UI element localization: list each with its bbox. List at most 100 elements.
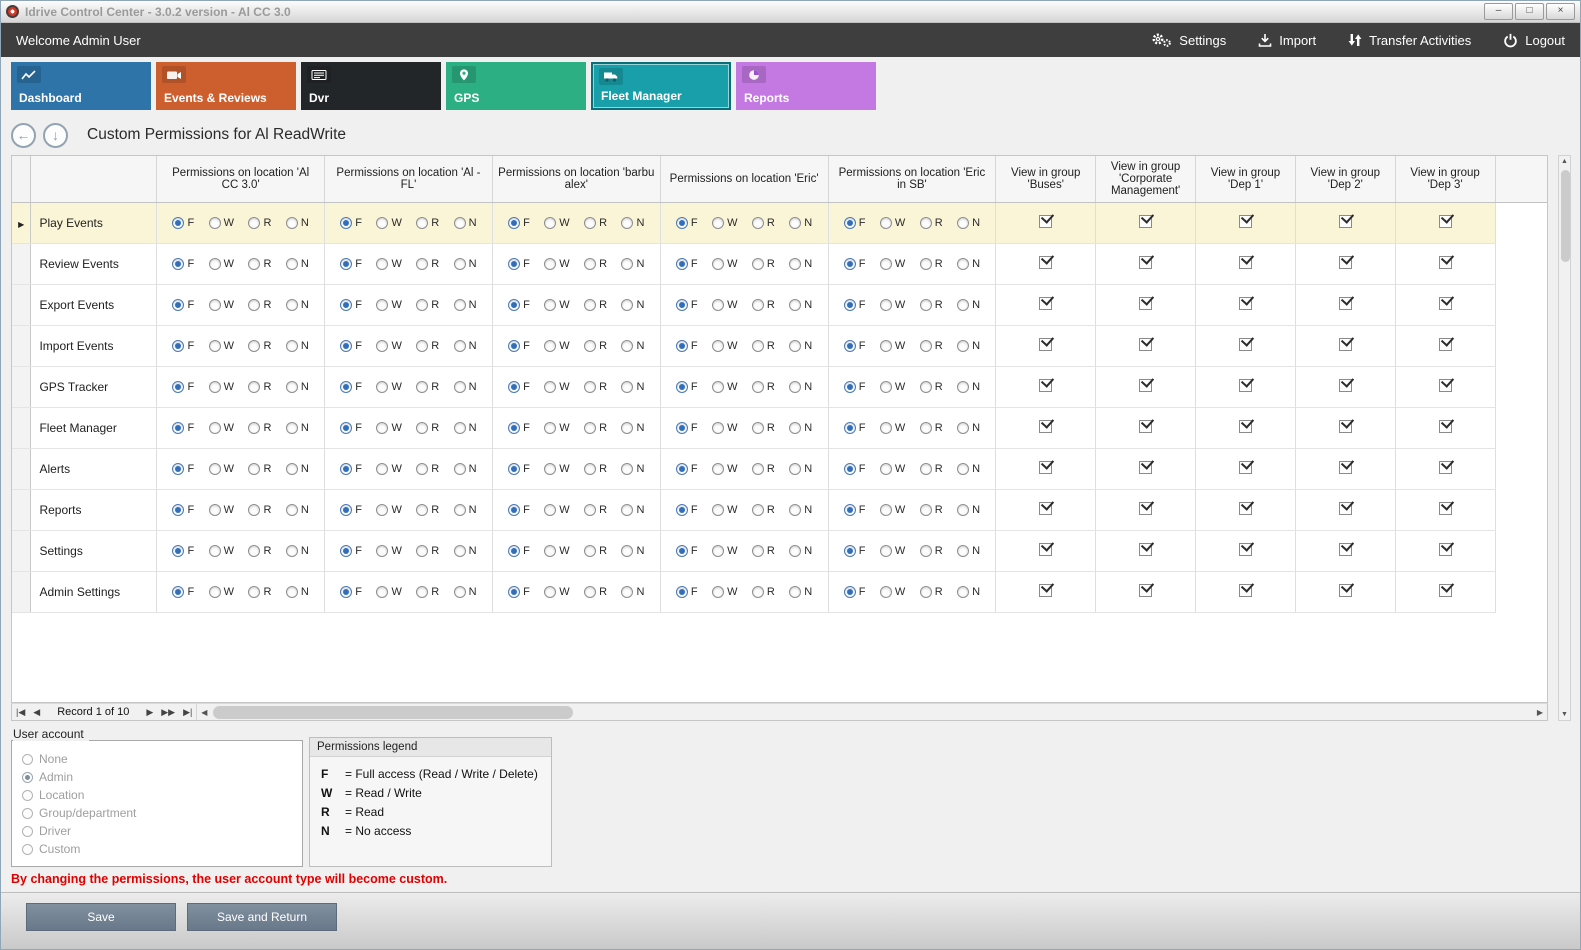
radio-N[interactable] xyxy=(957,422,969,434)
radio-R[interactable] xyxy=(752,381,764,393)
user-account-option-group-department[interactable]: Group/department xyxy=(22,804,292,822)
location-column-header[interactable]: Permissions on location 'Al - FL' xyxy=(325,156,493,202)
permission-option-W[interactable]: W xyxy=(376,299,401,311)
permission-option-N[interactable]: N xyxy=(957,545,980,557)
permission-option-W[interactable]: W xyxy=(880,586,905,598)
permission-option-R[interactable]: R xyxy=(752,422,775,434)
tab-dashboard[interactable]: Dashboard xyxy=(11,62,151,110)
permission-option-R[interactable]: R xyxy=(248,463,271,475)
radio-R[interactable] xyxy=(920,545,932,557)
next-record-button[interactable]: ▶ xyxy=(142,707,157,718)
radio-W[interactable] xyxy=(544,422,556,434)
permission-option-R[interactable]: R xyxy=(584,258,607,270)
permission-option-R[interactable]: R xyxy=(248,545,271,557)
radio-F-selected[interactable] xyxy=(340,422,352,434)
user-account-option-custom[interactable]: Custom xyxy=(22,840,292,858)
permission-option-F[interactable]: F xyxy=(676,299,698,311)
radio-W[interactable] xyxy=(712,381,724,393)
location-column-header[interactable]: Permissions on location 'Eric in SB' xyxy=(828,156,996,202)
radio-W[interactable] xyxy=(544,217,556,229)
radio-R[interactable] xyxy=(752,299,764,311)
radio-F-selected[interactable] xyxy=(172,422,184,434)
permission-option-N[interactable]: N xyxy=(454,217,477,229)
radio-W[interactable] xyxy=(880,217,892,229)
radio-F-selected[interactable] xyxy=(676,463,688,475)
permission-option-W[interactable]: W xyxy=(376,504,401,516)
radio-F-selected[interactable] xyxy=(508,258,520,270)
permission-option-R[interactable]: R xyxy=(920,422,943,434)
radio-F-selected[interactable] xyxy=(340,463,352,475)
view-in-group-checkbox[interactable] xyxy=(1239,461,1252,474)
permission-option-R[interactable]: R xyxy=(584,545,607,557)
radio-N[interactable] xyxy=(957,463,969,475)
permission-option-F[interactable]: F xyxy=(172,463,194,475)
radio-N[interactable] xyxy=(789,340,801,352)
radio-N[interactable] xyxy=(454,258,466,270)
radio-R[interactable] xyxy=(584,504,596,516)
view-in-group-checkbox[interactable] xyxy=(1039,379,1052,392)
permission-option-F[interactable]: F xyxy=(172,258,194,270)
permission-option-F[interactable]: F xyxy=(508,299,530,311)
radio-N[interactable] xyxy=(789,381,801,393)
permission-option-F[interactable]: F xyxy=(508,545,530,557)
permission-option-W[interactable]: W xyxy=(712,586,737,598)
radio-R[interactable] xyxy=(248,340,260,352)
permission-option-R[interactable]: R xyxy=(752,504,775,516)
view-in-group-checkbox[interactable] xyxy=(1239,584,1252,597)
radio-W[interactable] xyxy=(209,258,221,270)
radio-N[interactable] xyxy=(621,545,633,557)
permission-option-N[interactable]: N xyxy=(621,463,644,475)
view-in-group-checkbox[interactable] xyxy=(1139,584,1152,597)
radio-F-selected[interactable] xyxy=(844,217,856,229)
minimize-button[interactable]: – xyxy=(1484,3,1513,20)
radio-F-selected[interactable] xyxy=(172,340,184,352)
radio-W[interactable] xyxy=(544,340,556,352)
permission-option-N[interactable]: N xyxy=(957,586,980,598)
permission-option-W[interactable]: W xyxy=(544,340,569,352)
permission-option-F[interactable]: F xyxy=(172,545,194,557)
radio-R[interactable] xyxy=(248,545,260,557)
radio-F-selected[interactable] xyxy=(844,340,856,352)
radio-W[interactable] xyxy=(209,422,221,434)
permission-option-R[interactable]: R xyxy=(920,340,943,352)
radio-W[interactable] xyxy=(712,258,724,270)
scroll-right-arrow-icon[interactable]: ▶ xyxy=(1533,708,1547,717)
permission-option-F[interactable]: F xyxy=(172,299,194,311)
permission-option-F[interactable]: F xyxy=(508,463,530,475)
radio-W[interactable] xyxy=(712,340,724,352)
radio-R[interactable] xyxy=(416,258,428,270)
radio-N[interactable] xyxy=(789,258,801,270)
radio-N[interactable] xyxy=(454,504,466,516)
permission-option-F[interactable]: F xyxy=(340,504,362,516)
view-in-group-checkbox[interactable] xyxy=(1039,502,1052,515)
permission-option-R[interactable]: R xyxy=(920,545,943,557)
radio-W[interactable] xyxy=(880,463,892,475)
view-in-group-checkbox[interactable] xyxy=(1139,543,1152,556)
save-button[interactable]: Save xyxy=(26,903,176,931)
permission-option-W[interactable]: W xyxy=(544,381,569,393)
radio-F-selected[interactable] xyxy=(508,463,520,475)
radio-R[interactable] xyxy=(920,381,932,393)
permission-option-N[interactable]: N xyxy=(789,217,812,229)
permission-option-N[interactable]: N xyxy=(789,340,812,352)
logout-button[interactable]: Logout xyxy=(1503,33,1565,48)
permission-option-R[interactable]: R xyxy=(920,217,943,229)
view-in-group-checkbox[interactable] xyxy=(1239,379,1252,392)
permission-option-N[interactable]: N xyxy=(789,258,812,270)
permission-option-W[interactable]: W xyxy=(209,299,234,311)
permission-option-N[interactable]: N xyxy=(621,586,644,598)
view-in-group-checkbox[interactable] xyxy=(1439,543,1452,556)
permission-option-N[interactable]: N xyxy=(286,504,309,516)
radio-R[interactable] xyxy=(416,504,428,516)
radio-F-selected[interactable] xyxy=(340,217,352,229)
maximize-button[interactable]: □ xyxy=(1515,3,1544,20)
radio-R[interactable] xyxy=(584,258,596,270)
permission-option-W[interactable]: W xyxy=(880,422,905,434)
radio-F-selected[interactable] xyxy=(340,299,352,311)
radio-F-selected[interactable] xyxy=(172,258,184,270)
view-in-group-checkbox[interactable] xyxy=(1339,543,1352,556)
radio-F-selected[interactable] xyxy=(844,586,856,598)
radio-R[interactable] xyxy=(416,586,428,598)
permission-option-F[interactable]: F xyxy=(508,217,530,229)
permission-option-R[interactable]: R xyxy=(416,340,439,352)
